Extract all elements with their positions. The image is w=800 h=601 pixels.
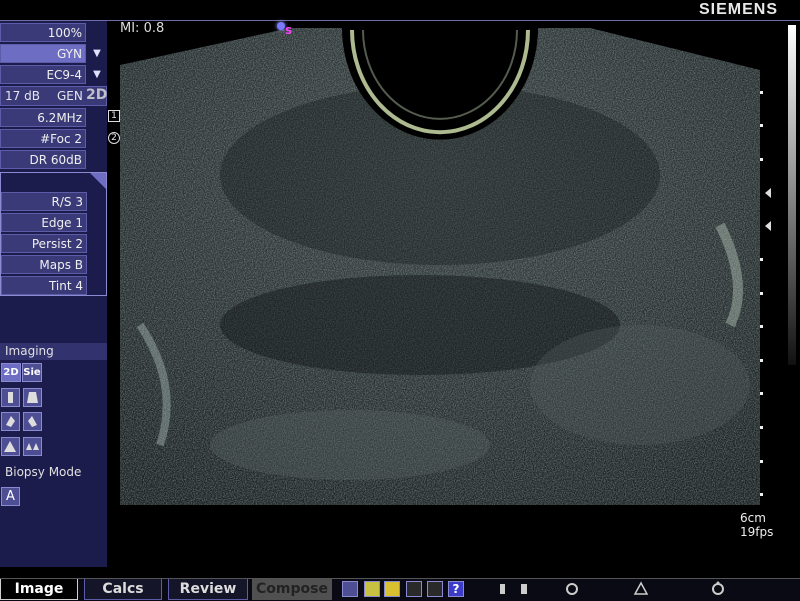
linear-format-icon[interactable] — [1, 388, 20, 407]
focus-marker-icon[interactable] — [763, 186, 773, 234]
persist-param[interactable]: Persist 2 — [1, 234, 87, 253]
mode-2d-button[interactable]: 2D — [1, 363, 21, 382]
biopsy-a-button[interactable]: A — [1, 487, 20, 506]
imaging-section-header: Imaging — [0, 343, 107, 360]
frequency-param[interactable]: 6.2MHz — [0, 108, 86, 127]
focus-count-param[interactable]: #Foc 2 — [0, 129, 86, 148]
orientation-star-icon — [277, 22, 285, 30]
bottom-bar: Image Calcs Review Compose — [0, 578, 800, 601]
help-icon[interactable]: ? — [448, 581, 464, 597]
focal-zone-marker-2[interactable]: 2 — [108, 132, 120, 144]
tab-compose[interactable]: Compose — [252, 579, 332, 600]
steer-left-icon[interactable] — [1, 412, 20, 431]
depth-readout: 6cm 19fps — [740, 511, 773, 539]
grayscale-bar — [788, 25, 796, 365]
tab-calcs[interactable]: Calcs — [84, 579, 162, 600]
gain-row[interactable]: 17 dB GEN 2D — [0, 86, 107, 106]
probe-alt-icon[interactable] — [516, 580, 534, 598]
left-panel: 100% GYN ▼ EC9-4 ▼ 17 dB GEN 2D 6.2MHz #… — [0, 21, 130, 567]
edge-param[interactable]: Edge 1 — [1, 213, 87, 232]
depth-value: 6cm — [740, 511, 766, 525]
rotate-icon[interactable] — [563, 580, 581, 598]
notes-icon[interactable] — [384, 581, 400, 597]
tab-review[interactable]: Review — [168, 579, 248, 600]
dual-sector-icon[interactable] — [23, 437, 42, 456]
ultrasound-image[interactable] — [120, 25, 760, 505]
post-processing-box: R/S 3 Edge 1 Persist 2 Maps B Tint 4 — [0, 172, 107, 296]
refresh-icon[interactable] — [709, 580, 727, 598]
gain-value: 17 dB — [5, 89, 40, 103]
dynamic-range-param[interactable]: DR 60dB — [0, 150, 86, 169]
sector-format-icon[interactable] — [23, 388, 42, 407]
biopsy-mode-label: Biopsy Mode — [5, 465, 82, 479]
preset-label: GEN — [57, 89, 83, 103]
frame-rate: 19fps — [740, 525, 774, 539]
chevron-down-icon[interactable]: ▼ — [89, 44, 105, 63]
single-sector-icon[interactable] — [1, 437, 20, 456]
sie-clear-button[interactable]: Sie — [22, 363, 42, 382]
chevron-down-icon[interactable]: ▼ — [89, 65, 105, 84]
layout-icon[interactable] — [342, 581, 358, 597]
maps-param[interactable]: Maps B — [1, 255, 87, 274]
corner-fold-icon[interactable] — [90, 173, 106, 189]
orientation-marker: S — [285, 26, 293, 37]
exam-preset-select[interactable]: GYN — [0, 44, 86, 63]
grid-icon[interactable] — [406, 581, 422, 597]
tint-param[interactable]: Tint 4 — [1, 276, 87, 295]
zoom-param[interactable]: 100% — [0, 23, 86, 42]
network-icon[interactable] — [632, 580, 650, 598]
focal-zone-marker-1[interactable]: 1 — [108, 110, 120, 122]
mode-2d-label: 2D — [86, 87, 108, 103]
steer-right-icon[interactable] — [23, 412, 42, 431]
list-icon[interactable] — [427, 581, 443, 597]
rs-param[interactable]: R/S 3 — [1, 192, 87, 211]
probe-icon[interactable] — [496, 580, 514, 598]
tab-image[interactable]: Image — [0, 579, 78, 600]
brand-logo: SIEMENS — [698, 1, 778, 18]
clipboard-icon[interactable] — [364, 581, 380, 597]
transducer-select[interactable]: EC9-4 — [0, 65, 86, 84]
